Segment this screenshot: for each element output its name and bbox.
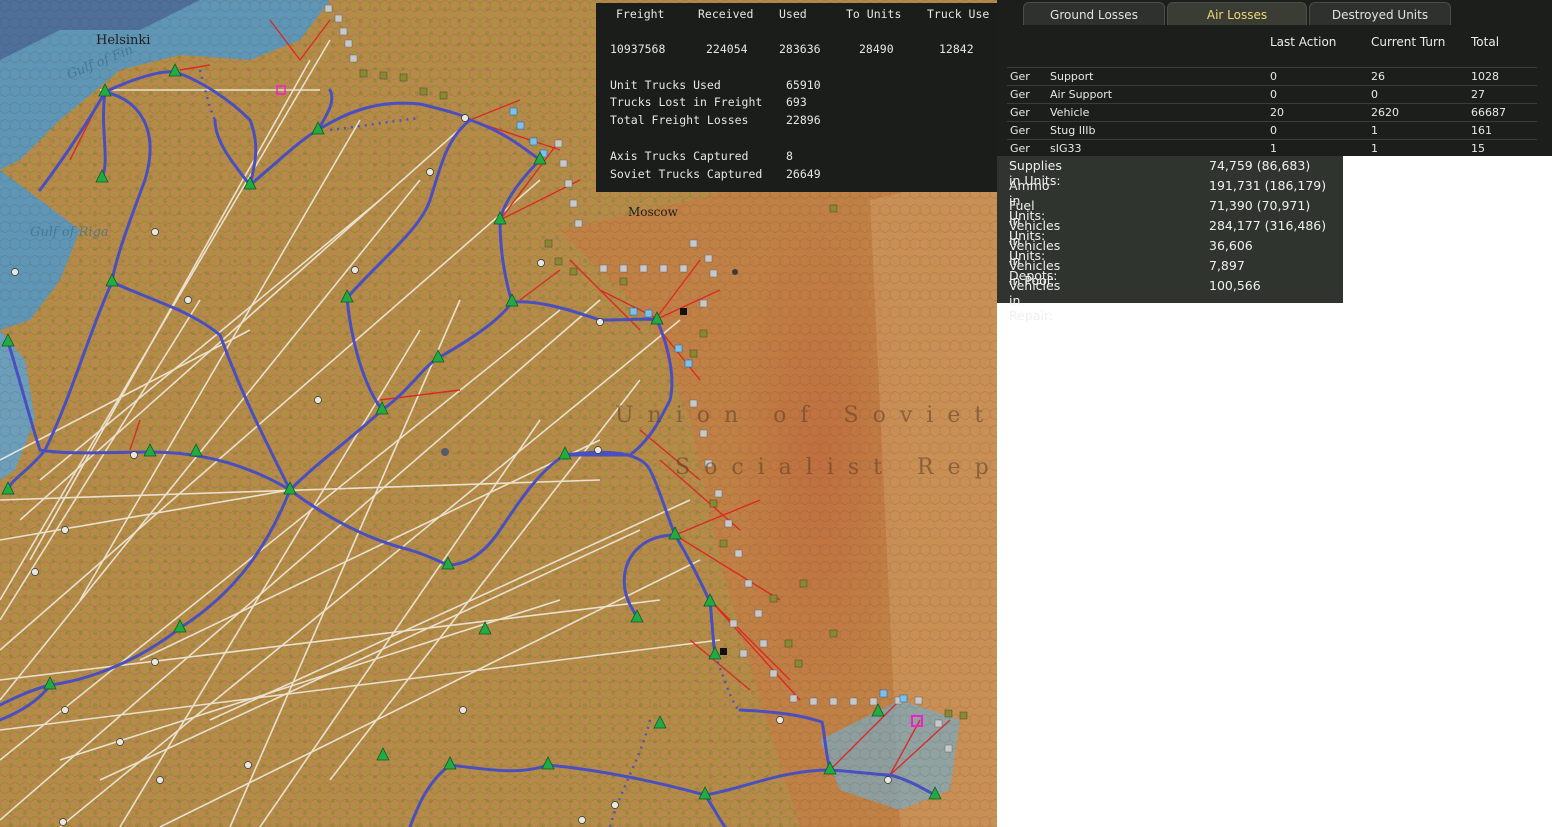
row-last-action: 1: [1270, 142, 1277, 155]
row-total: 1028: [1471, 70, 1499, 83]
soviet-trucks-captured-value: 26649: [786, 167, 821, 181]
axis-trucks-captured-value: 8: [786, 149, 793, 163]
unit-trucks-used-label: Unit Trucks Used: [610, 78, 721, 92]
row-total: 66687: [1471, 106, 1506, 119]
truck-use-value: 12842: [939, 42, 974, 56]
unit-trucks-used-value: 65910: [786, 78, 821, 92]
freight-header: Freight: [616, 7, 665, 21]
row-side: Ger: [1010, 70, 1030, 83]
vehicles-repair-value: 100,566: [1209, 278, 1261, 293]
row-type: sIG33: [1050, 142, 1082, 155]
map-label-gulf-riga: Gulf of Riga: [30, 225, 109, 240]
supplies-value: 74,759 (86,683): [1209, 158, 1311, 173]
received-value: 224054: [706, 42, 748, 56]
row-side: Ger: [1010, 124, 1030, 137]
tab-air-losses[interactable]: Air Losses: [1167, 2, 1307, 25]
tab-destroyed-units[interactable]: Destroyed Units: [1309, 2, 1451, 25]
to-units-value: 28490: [859, 42, 894, 56]
row-last-action: 0: [1270, 88, 1277, 101]
column-last-action: Last Action: [1270, 35, 1337, 49]
row-side: Ger: [1010, 142, 1030, 155]
trucks-lost-label: Trucks Lost in Freight: [610, 95, 763, 109]
row-total: 15: [1471, 142, 1485, 155]
row-type: Vehicle: [1050, 106, 1090, 119]
vehicles-pool-value: 7,897: [1209, 258, 1245, 273]
to-units-header: To Units: [846, 7, 902, 21]
vehicles-units-value: 284,177 (316,486): [1209, 218, 1327, 233]
total-freight-losses-value: 22896: [786, 113, 821, 127]
truck-use-header: Truck Use: [927, 7, 990, 21]
row-current-turn: 1: [1371, 124, 1378, 137]
row-total: 27: [1471, 88, 1485, 101]
freight-value: 10937568: [610, 42, 666, 56]
vehicles-depots-value: 36,606: [1209, 238, 1253, 253]
row-type: Support: [1050, 70, 1094, 83]
trucks-lost-value: 693: [786, 95, 807, 109]
supply-panel: Supplies in Units: 74,759 (86,683) Ammo …: [997, 156, 1343, 323]
row-side: Ger: [1010, 88, 1030, 101]
used-header: Used: [779, 7, 807, 21]
row-type: Stug IIIb: [1050, 124, 1096, 137]
table-row[interactable]: Ger Stug IIIb 0 1 161: [1007, 121, 1537, 140]
soviet-trucks-captured-label: Soviet Trucks Captured: [610, 167, 763, 181]
column-total: Total: [1471, 35, 1500, 49]
row-current-turn: 0: [1371, 88, 1378, 101]
row-current-turn: 1: [1371, 142, 1378, 155]
fuel-value: 71,390 (70,971): [1209, 198, 1311, 213]
row-side: Ger: [1010, 106, 1030, 119]
country-label-line2: Socialist Repu: [675, 455, 997, 480]
losses-panel: Ground Losses Air Losses Destroyed Units…: [997, 0, 1552, 156]
tab-ground-losses[interactable]: Ground Losses: [1023, 2, 1165, 25]
column-current-turn: Current Turn: [1371, 35, 1446, 49]
total-freight-losses-label: Total Freight Losses: [610, 113, 749, 127]
table-row[interactable]: Ger Air Support 0 0 27: [1007, 85, 1537, 104]
row-last-action: 0: [1270, 70, 1277, 83]
freight-panel: Freight Received Used To Units Truck Use…: [596, 3, 997, 192]
row-last-action: 0: [1270, 124, 1277, 137]
received-header: Received: [698, 7, 754, 21]
table-row[interactable]: Ger Support 0 26 1028: [1007, 67, 1537, 86]
map-label-moscow: Moscow: [628, 205, 678, 219]
row-total: 161: [1471, 124, 1492, 137]
country-label-line1: Union of Soviet: [615, 403, 997, 428]
table-row[interactable]: Ger Vehicle 20 2620 66687: [1007, 103, 1537, 122]
row-current-turn: 26: [1371, 70, 1385, 83]
axis-trucks-captured-label: Axis Trucks Captured: [610, 149, 749, 163]
row-type: Air Support: [1050, 88, 1113, 101]
row-current-turn: 2620: [1371, 106, 1399, 119]
used-value: 283636: [779, 42, 821, 56]
vehicles-repair-label: Vehicles in Repair:: [1009, 278, 1061, 323]
row-last-action: 20: [1270, 106, 1284, 119]
ammo-value: 191,731 (186,179): [1209, 178, 1327, 193]
